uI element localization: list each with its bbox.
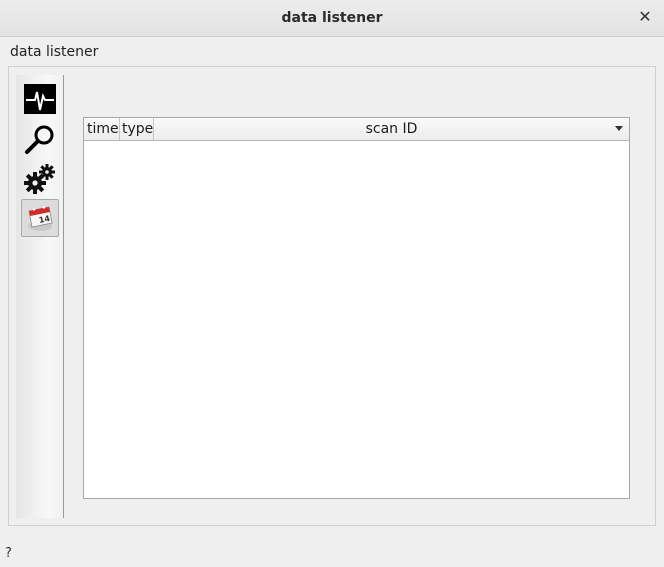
search-button[interactable] <box>21 120 59 158</box>
data-table[interactable]: time type scan ID <box>83 117 630 499</box>
group-label: data listener <box>10 44 99 60</box>
calendar-button[interactable]: 14 <box>21 199 59 237</box>
sort-indicator-icon[interactable] <box>615 126 623 131</box>
gears-icon <box>24 164 55 194</box>
column-header-time[interactable]: time <box>84 118 120 140</box>
waveform-button[interactable] <box>21 80 59 118</box>
side-toolbar: 14 <box>16 75 64 518</box>
column-header-scan-id[interactable]: scan ID <box>154 118 629 140</box>
waveform-icon <box>24 84 56 114</box>
title-bar: data listener ✕ <box>0 0 664 37</box>
table-body[interactable] <box>84 141 629 498</box>
calendar-icon: 14 <box>28 206 53 231</box>
table-header: time type scan ID <box>84 118 629 141</box>
magnifier-icon <box>25 125 54 154</box>
column-header-type[interactable]: type <box>120 118 154 140</box>
help-icon[interactable]: ? <box>5 546 17 562</box>
settings-button[interactable] <box>21 160 59 198</box>
close-button[interactable]: ✕ <box>636 8 654 26</box>
window-title: data listener <box>281 10 383 26</box>
